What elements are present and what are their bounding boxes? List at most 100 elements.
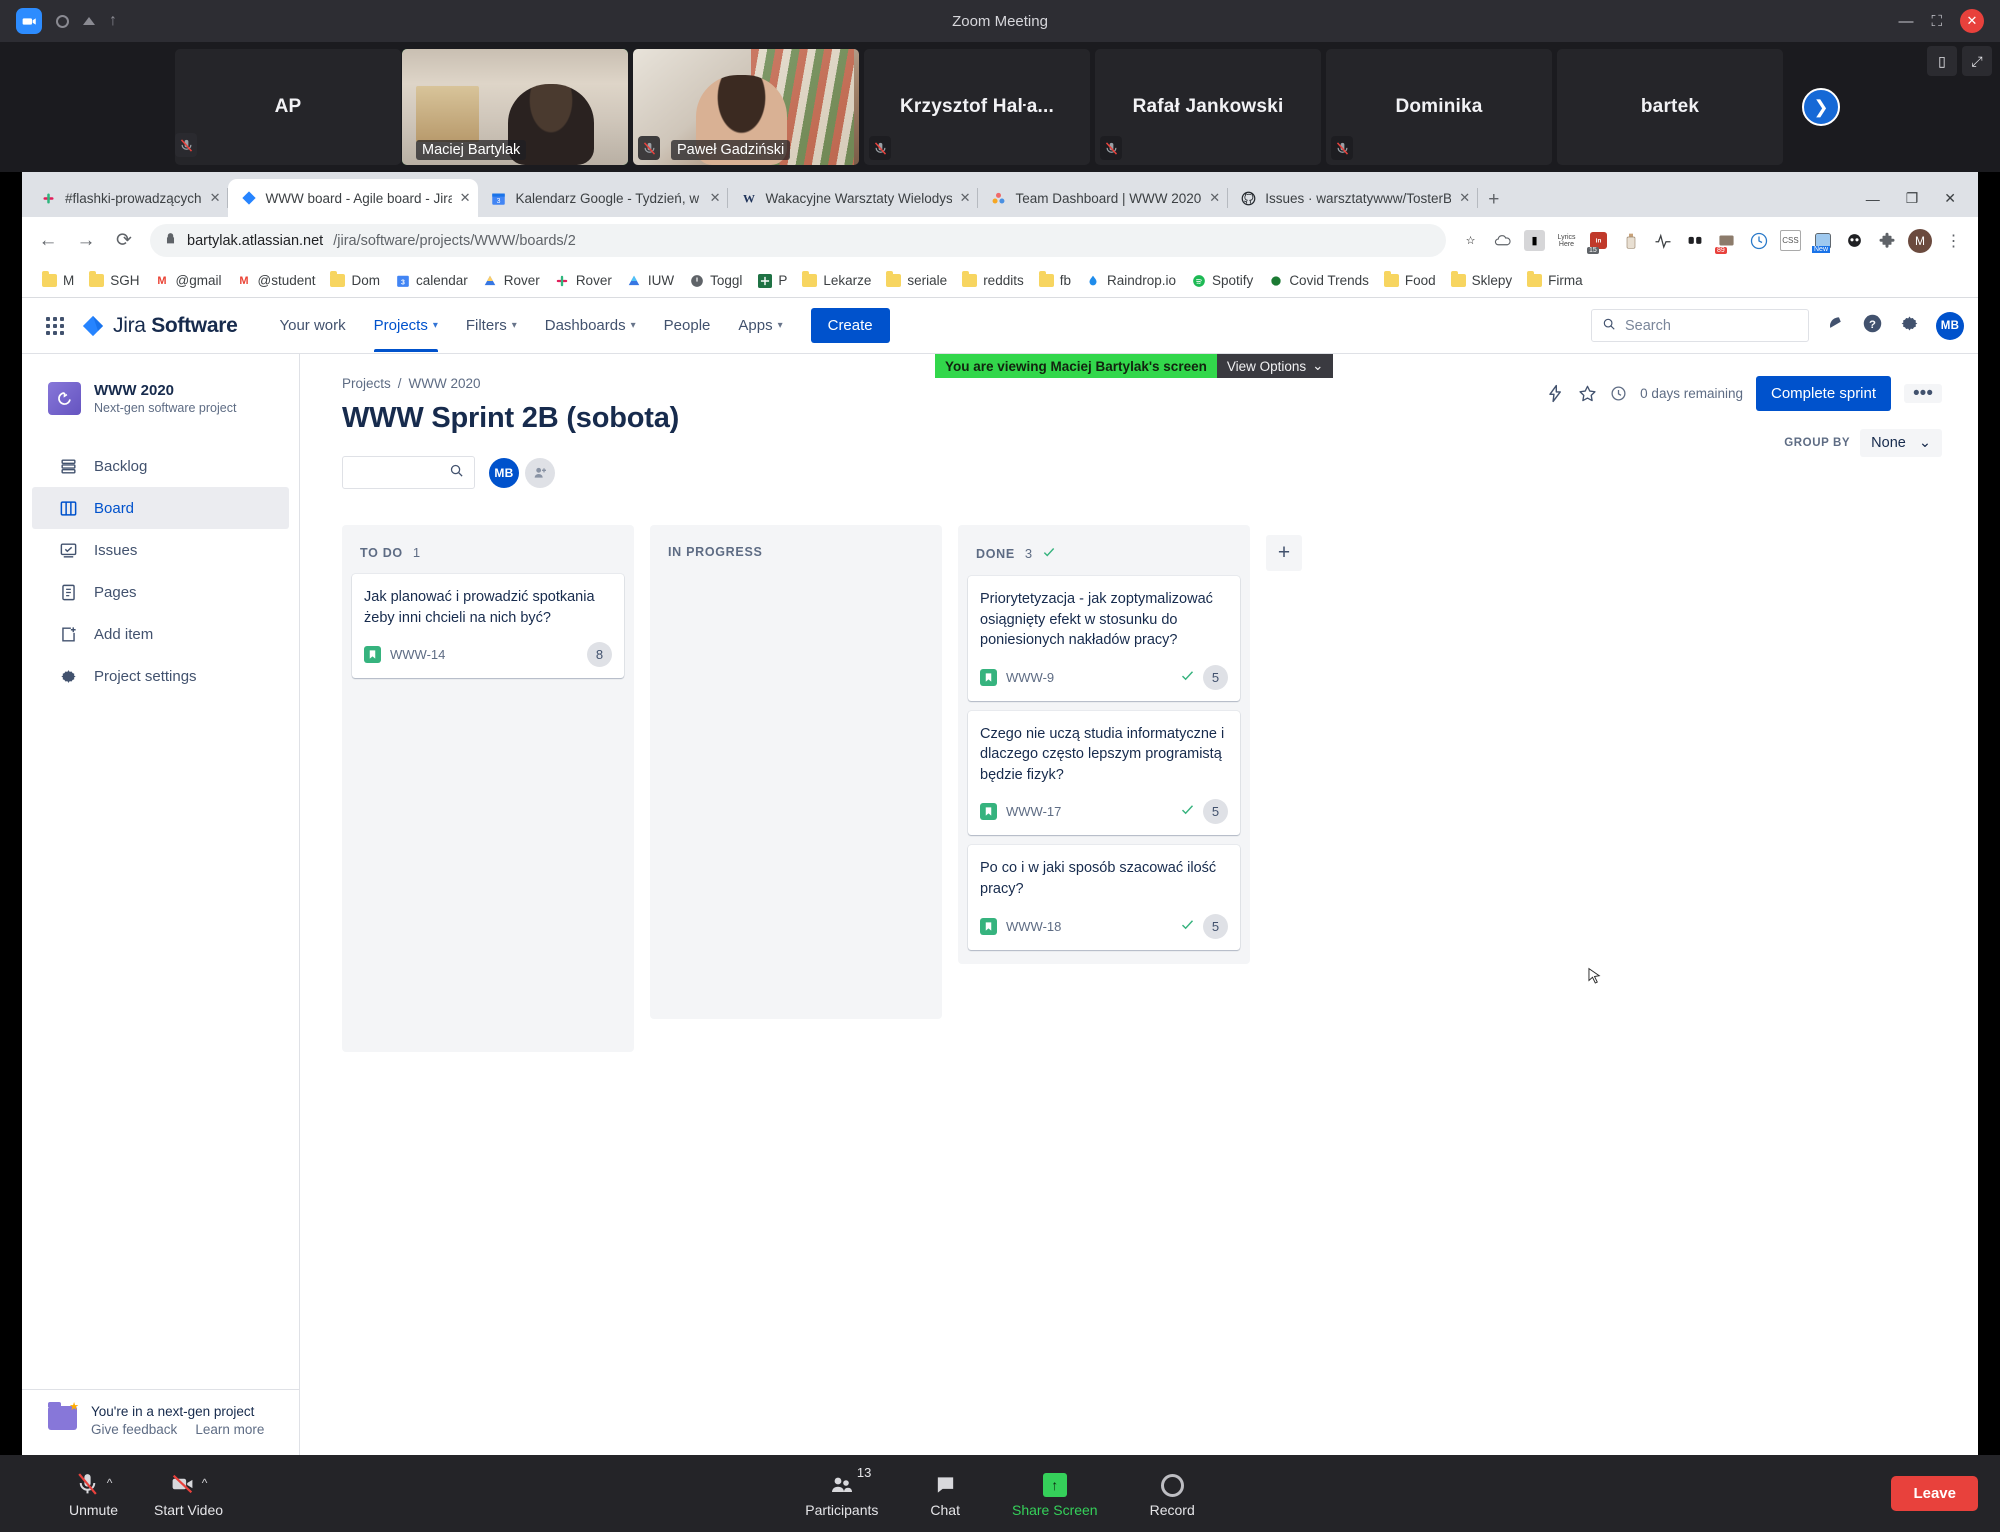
unmute-button[interactable]: ^ Unmute xyxy=(56,1469,131,1518)
sidebar-item-issues[interactable]: Issues xyxy=(32,529,289,571)
chrome-menu-icon[interactable]: ⋮ xyxy=(1943,230,1964,251)
lightning-icon[interactable] xyxy=(1546,384,1565,403)
next-participants-page-button[interactable]: ❯ xyxy=(1802,88,1840,126)
nav-projects[interactable]: Projects ▾ xyxy=(362,299,450,352)
browser-tab[interactable]: #flashki-prowadzących ✕ xyxy=(28,179,229,217)
pulse-icon[interactable] xyxy=(1652,230,1673,251)
bookmark-item[interactable]: Sklepy xyxy=(1445,270,1519,291)
participant-tile[interactable]: AP xyxy=(175,49,401,165)
bookmark-item[interactable]: reddits xyxy=(956,270,1030,291)
bookmark-item[interactable]: Spotify xyxy=(1185,270,1259,291)
profile-avatar[interactable]: M xyxy=(1908,228,1932,253)
reload-icon[interactable]: ⟳ xyxy=(112,229,136,252)
extensions-puzzle-icon[interactable] xyxy=(1876,230,1897,251)
bookmark-item[interactable]: Raindrop.io xyxy=(1080,270,1182,291)
participant-tile[interactable]: Krzysztof Haŀa... xyxy=(864,49,1090,165)
help-icon[interactable]: ? xyxy=(1862,313,1883,338)
complete-sprint-button[interactable]: Complete sprint xyxy=(1755,376,1892,411)
issue-key[interactable]: WWW-9 xyxy=(1006,670,1054,685)
add-person-icon[interactable] xyxy=(525,457,555,488)
bookmark-item[interactable]: seriale xyxy=(880,270,953,291)
linkedin-icon[interactable]: in 15 xyxy=(1587,230,1609,254)
learn-more-link[interactable]: Learn more xyxy=(195,1422,264,1437)
bookmark-item[interactable]: fb xyxy=(1033,270,1077,291)
browser-close-button[interactable]: ✕ xyxy=(1944,190,1956,207)
view-options-button[interactable]: View Options ⌄ xyxy=(1216,354,1334,378)
sidebar-item-add-item[interactable]: Add item xyxy=(32,613,289,655)
browser-tab[interactable]: Issues · warsztatywww/TosterBot ✕ xyxy=(1228,179,1479,217)
cloud-icon[interactable] xyxy=(1492,230,1513,251)
bottle-icon[interactable] xyxy=(1620,230,1641,251)
audio-options-chevron-icon[interactable]: ^ xyxy=(107,1476,113,1490)
board-card[interactable]: Czego nie uczą studia informatyczne i dl… xyxy=(968,710,1240,836)
jira-logo[interactable]: Jira Software xyxy=(82,314,238,338)
nav-people[interactable]: People xyxy=(652,299,723,352)
bookmark-item[interactable]: Dom xyxy=(324,270,386,291)
board-card[interactable]: Po co i w jaki sposób szacować ilość pra… xyxy=(968,845,1240,950)
notification-bell-icon[interactable] xyxy=(1825,313,1846,338)
view-layout-button[interactable]: ▯ xyxy=(1927,46,1957,76)
bookmark-item[interactable]: Firma xyxy=(1521,270,1589,291)
chat-button[interactable]: Chat xyxy=(917,1469,973,1518)
close-tab-icon[interactable]: ✕ xyxy=(710,190,721,206)
add-column-button[interactable]: + xyxy=(1266,535,1302,571)
avatar[interactable]: MB xyxy=(489,457,519,488)
bookmark-item[interactable]: Food xyxy=(1378,270,1442,291)
group-by-select[interactable]: None ⌄ xyxy=(1860,429,1942,457)
bookmark-item[interactable]: Rover xyxy=(477,270,546,291)
jira-search-input[interactable]: Search xyxy=(1591,309,1809,342)
bookmark-item[interactable]: M @student xyxy=(230,270,321,291)
user-avatar[interactable]: MB xyxy=(1936,311,1964,340)
bookmark-item[interactable]: Lekarze xyxy=(796,270,877,291)
start-video-button[interactable]: ^ Start Video xyxy=(141,1469,236,1518)
close-button[interactable]: ✕ xyxy=(1960,9,1984,33)
more-actions-button[interactable]: ••• xyxy=(1904,384,1942,404)
project-header[interactable]: WWW 2020 Next-gen software project xyxy=(22,374,299,423)
breadcrumb-projects[interactable]: Projects xyxy=(342,376,391,391)
browser-tab[interactable]: 3 Kalendarz Google - Tydzień, w kt ✕ xyxy=(478,179,729,217)
create-button[interactable]: Create xyxy=(810,308,890,343)
browser-restore-button[interactable]: ❐ xyxy=(1906,190,1919,207)
browser-tab[interactable]: WWW board - Agile board - Jira ✕ xyxy=(228,179,479,217)
leave-meeting-button[interactable]: Leave xyxy=(1891,1476,1978,1511)
column-dropzone[interactable] xyxy=(352,688,624,1038)
bookmark-item[interactable]: IUW xyxy=(621,270,680,291)
nav-filters[interactable]: Filters ▾ xyxy=(454,299,529,352)
breadcrumb-project[interactable]: WWW 2020 xyxy=(409,376,481,391)
sidebar-item-project-settings[interactable]: Project settings xyxy=(32,655,289,697)
bookmark-item[interactable]: 3 calendar xyxy=(389,270,474,291)
app-switcher-icon[interactable] xyxy=(46,316,64,335)
sidebar-item-board[interactable]: Board xyxy=(32,487,289,529)
participant-tile[interactable]: Maciej Bartylak xyxy=(402,49,628,165)
maximize-button[interactable]: ⛶ xyxy=(1931,14,1942,29)
board-card[interactable]: Jak planować i prowadzić spotkania żeby … xyxy=(352,574,624,679)
bookmark-item[interactable]: Covid Trends xyxy=(1262,270,1375,291)
lyrics-here-icon[interactable]: Lyrics Here xyxy=(1556,230,1577,251)
sidebar-item-pages[interactable]: Pages xyxy=(32,571,289,613)
bookmark-item[interactable]: M @gmail xyxy=(149,270,228,291)
bookmark-item[interactable]: SGH xyxy=(83,270,145,291)
participant-tile[interactable]: Rafał Jankowski xyxy=(1095,49,1321,165)
issue-key[interactable]: WWW-14 xyxy=(390,647,445,662)
close-tab-icon[interactable]: ✕ xyxy=(460,190,471,206)
issue-key[interactable]: WWW-17 xyxy=(1006,804,1061,819)
nav-dashboards[interactable]: Dashboards ▾ xyxy=(533,299,648,352)
browser-tab[interactable]: Team Dashboard | WWW 2020 ✕ xyxy=(978,179,1228,217)
extension-icon-1[interactable]: ▮ xyxy=(1524,230,1545,251)
bookmark-item[interactable]: Toggl xyxy=(683,270,748,291)
close-tab-icon[interactable]: ✕ xyxy=(960,190,971,206)
dark-glasses-icon[interactable] xyxy=(1684,230,1705,251)
star-icon[interactable] xyxy=(1578,384,1597,403)
nav-your-work[interactable]: Your work xyxy=(267,299,357,352)
bookmark-item[interactable]: M xyxy=(36,270,80,291)
clock-extension-icon[interactable] xyxy=(1748,230,1769,251)
css-icon[interactable]: CSS xyxy=(1780,230,1801,251)
new-tab-button[interactable]: + xyxy=(1478,189,1509,217)
mail-count-icon[interactable]: 89 xyxy=(1715,230,1737,254)
nav-apps[interactable]: Apps ▾ xyxy=(726,299,794,352)
close-tab-icon[interactable]: ✕ xyxy=(1459,190,1470,206)
share-screen-button[interactable]: ↑ Share Screen xyxy=(999,1469,1111,1518)
board-card[interactable]: Priorytetyzacja - jak zoptymalizować osi… xyxy=(968,576,1240,701)
new-tab-extension-icon[interactable]: New xyxy=(1812,230,1833,253)
sidebar-item-backlog[interactable]: Backlog xyxy=(32,445,289,487)
